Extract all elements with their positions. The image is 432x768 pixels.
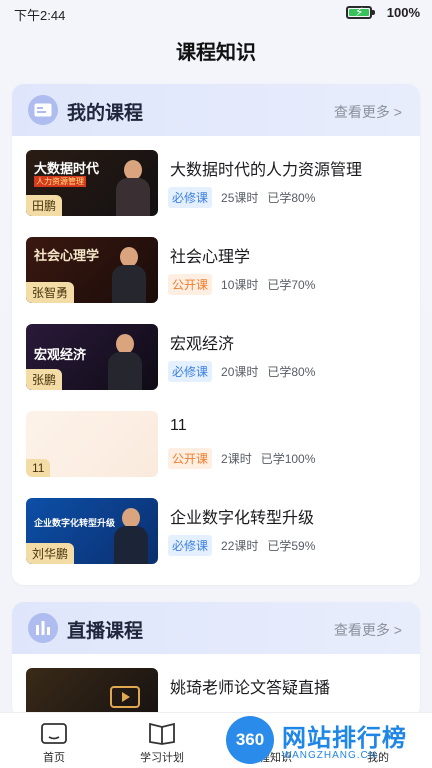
course-thumbnail: 宏观经济 张鹏 <box>26 324 158 390</box>
teacher-name: 刘华鹏 <box>26 543 75 564</box>
course-card-icon <box>28 95 58 125</box>
course-lessons: 20课时 <box>221 365 259 379</box>
thumb-title: 大数据时代 <box>34 161 100 176</box>
course-thumbnail: 11 <box>26 411 158 477</box>
status-time: 下午2:44 <box>14 8 66 23</box>
teacher-photo <box>106 334 144 390</box>
course-item[interactable]: 社会心理学 张智勇 社会心理学 公开课 10课时 已学70% <box>26 237 406 305</box>
course-progress: 已学80% <box>267 365 316 379</box>
tab-label: 首页 <box>43 752 65 764</box>
battery-percent: 100% <box>386 5 420 20</box>
course-tag: 必修课 <box>168 535 213 556</box>
watermark-logo: 360 网站排行榜 WANGZHANG.CN <box>220 712 432 768</box>
thumb-title: 企业数字化转型升级 <box>34 518 116 528</box>
home-icon <box>41 723 67 744</box>
live-courses-title: 直播课程 <box>67 621 144 642</box>
course-tag: 必修课 <box>168 361 213 382</box>
watermark-subtitle: WANGZHANG.CN <box>282 750 377 761</box>
course-lessons: 10课时 <box>221 278 259 292</box>
live-course-title: 姚琦老师论文答疑直播 <box>170 680 331 697</box>
tab-study-plan[interactable]: 学习计划 <box>108 713 216 768</box>
course-lessons: 25课时 <box>221 191 259 205</box>
course-title: 大数据时代的人力资源管理 <box>170 162 363 179</box>
course-title: 社会心理学 <box>170 249 251 266</box>
my-courses-card: 我的课程 查看更多 > 大数据时代 人力资源管理 田鹏 大数据时代的人力资源管理… <box>12 84 420 585</box>
teacher-name: 张智勇 <box>26 282 75 303</box>
live-thumbnail <box>26 668 158 718</box>
teacher-name: 田鹏 <box>26 195 63 216</box>
live-courses-more-link[interactable]: 查看更多 > <box>334 620 402 640</box>
live-course-item[interactable]: 姚琦老师论文答疑直播 <box>26 668 406 718</box>
tab-home[interactable]: 首页 <box>0 713 108 768</box>
course-tag: 公开课 <box>168 448 213 469</box>
thumb-title: 宏观经济 <box>34 347 87 362</box>
teacher-name: 张鹏 <box>26 369 63 390</box>
live-courses-card: 直播课程 查看更多 > 姚琦老师论文答疑直播 <box>12 602 420 718</box>
course-tag: 公开课 <box>168 274 213 295</box>
course-item[interactable]: 宏观经济 张鹏 宏观经济 必修课 20课时 已学80% <box>26 324 406 392</box>
course-title: 宏观经济 <box>170 336 235 353</box>
course-item[interactable]: 大数据时代 人力资源管理 田鹏 大数据时代的人力资源管理 必修课 25课时 已学… <box>26 150 406 218</box>
course-title: 11 <box>170 417 187 434</box>
course-meta: 公开课 2课时 已学100% <box>168 448 324 469</box>
course-meta: 必修课 22课时 已学59% <box>168 535 324 556</box>
course-thumbnail: 社会心理学 张智勇 <box>26 237 158 303</box>
watermark-title: 网站排行榜 <box>282 725 407 752</box>
chart-bars-icon <box>28 613 58 643</box>
course-progress: 已学80% <box>267 191 316 205</box>
course-lessons: 2课时 <box>221 452 252 466</box>
battery-icon: ⚡ <box>346 5 375 19</box>
teacher-photo <box>112 508 150 564</box>
course-thumbnail: 大数据时代 人力资源管理 田鹏 <box>26 150 158 216</box>
thumb-title: 社会心理学 <box>34 248 100 263</box>
teacher-name: 11 <box>26 459 51 477</box>
page-title: 课程知识 <box>176 42 256 64</box>
course-title: 企业数字化转型升级 <box>170 510 315 527</box>
teacher-photo <box>110 247 148 303</box>
my-courses-more-link[interactable]: 查看更多 > <box>334 102 402 122</box>
course-progress: 已学100% <box>260 452 316 466</box>
course-meta: 必修课 25课时 已学80% <box>168 187 324 208</box>
course-meta: 必修课 20课时 已学80% <box>168 361 324 382</box>
course-meta: 公开课 10课时 已学70% <box>168 274 324 295</box>
book-icon <box>149 722 175 745</box>
course-item[interactable]: 企业数字化转型升级 刘华鹏 企业数字化转型升级 必修课 22课时 已学59% <box>26 498 406 566</box>
tab-label: 学习计划 <box>140 752 184 764</box>
course-thumbnail: 企业数字化转型升级 刘华鹏 <box>26 498 158 564</box>
course-progress: 已学70% <box>267 278 316 292</box>
live-courses-header: 直播课程 查看更多 > <box>12 602 420 654</box>
course-lessons: 22课时 <box>221 539 259 553</box>
course-progress: 已学59% <box>267 539 316 553</box>
status-bar: 下午2:44 ⚡ 100% <box>0 0 432 26</box>
teacher-photo <box>114 160 152 216</box>
thumb-subtitle: 人力资源管理 <box>34 176 86 187</box>
my-courses-header: 我的课程 查看更多 > <box>12 84 420 136</box>
play-tv-icon <box>110 686 140 708</box>
course-tag: 必修课 <box>168 187 213 208</box>
watermark-badge: 360 <box>226 716 274 764</box>
my-courses-title: 我的课程 <box>67 103 144 124</box>
course-item[interactable]: 11 11 公开课 2课时 已学100% <box>26 411 406 479</box>
